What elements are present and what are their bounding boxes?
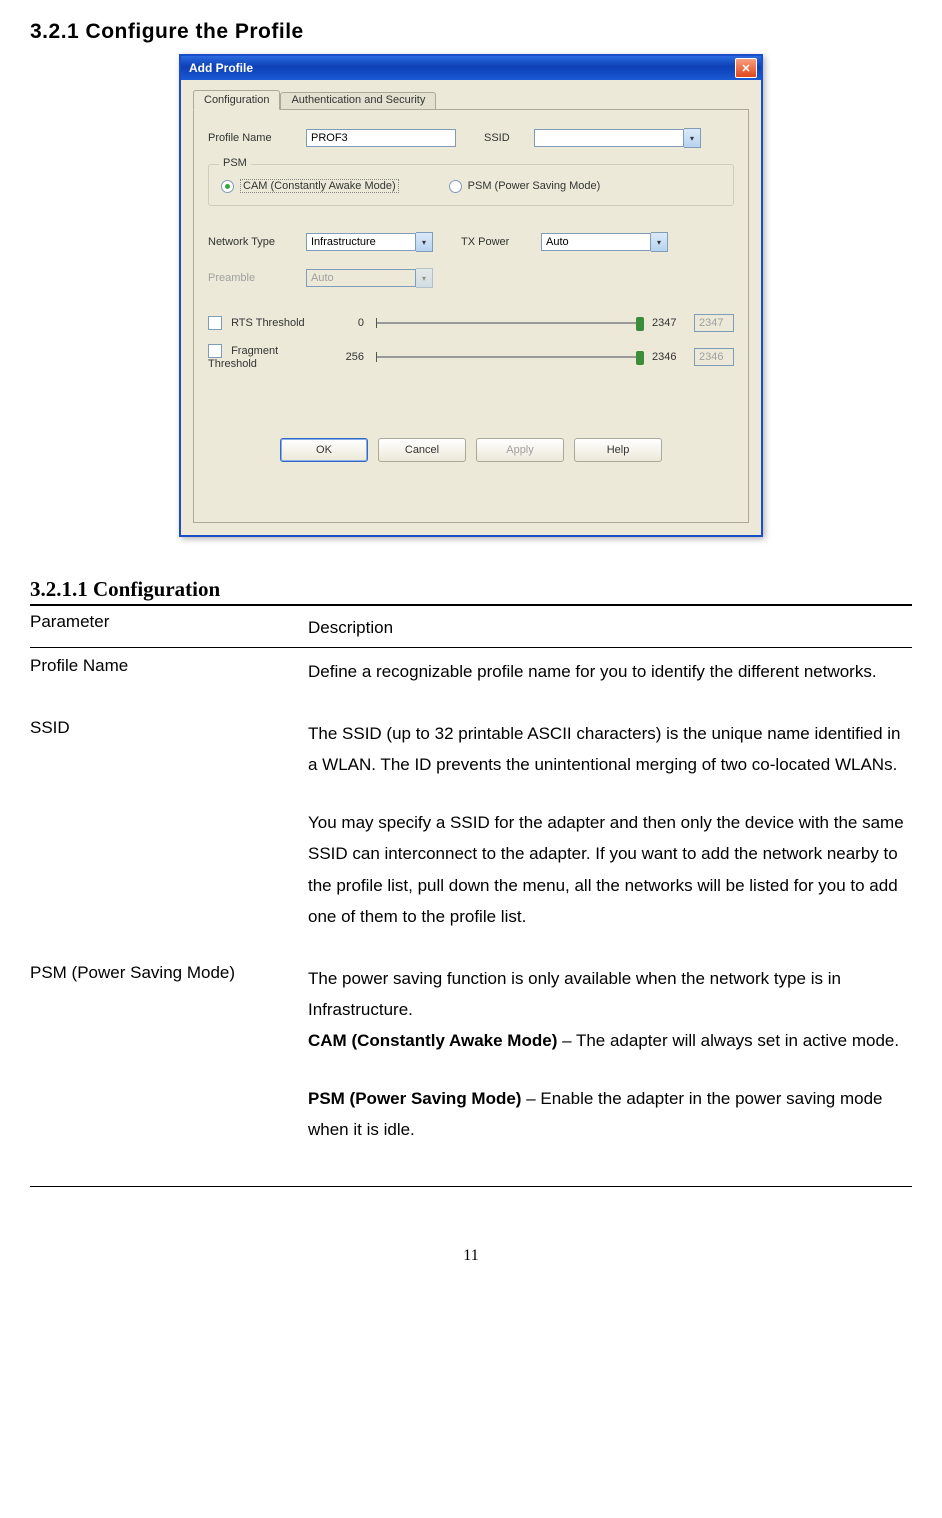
- psm-groupbox: PSM CAM (Constantly Awake Mode) PSM (Pow…: [208, 164, 734, 206]
- checkbox-icon: [208, 316, 222, 330]
- dialog-screenshot: Add Profile ✕ Configuration Authenticati…: [30, 54, 912, 537]
- cam-radio[interactable]: CAM (Constantly Awake Mode): [221, 179, 399, 193]
- frag-slider[interactable]: [376, 356, 640, 358]
- close-icon: ✕: [741, 62, 750, 75]
- rts-value-input: [694, 314, 734, 332]
- network-type-label: Network Type: [208, 236, 296, 248]
- close-button[interactable]: ✕: [735, 58, 757, 78]
- ssid-combo[interactable]: ▾: [534, 128, 701, 148]
- add-profile-dialog: Add Profile ✕ Configuration Authenticati…: [179, 54, 763, 537]
- subsection-heading: 3.2.1.1 Configuration: [30, 577, 912, 602]
- button-bar: OK Cancel Apply Help: [208, 438, 734, 462]
- tx-power-label: TX Power: [461, 236, 531, 248]
- checkbox-icon: [208, 344, 222, 358]
- radio-icon: [449, 180, 462, 193]
- psm-bold: PSM (Power Saving Mode): [308, 1089, 521, 1108]
- ssid-input[interactable]: [534, 129, 684, 147]
- table-row: SSID The SSID (up to 32 printable ASCII …: [30, 718, 912, 933]
- param-name: Profile Name: [30, 656, 308, 676]
- frag-value-input: [694, 348, 734, 366]
- tx-power-combo[interactable]: ▾: [541, 232, 668, 252]
- frag-checkbox[interactable]: Fragment Threshold: [208, 344, 328, 370]
- page-number: 11: [30, 1247, 912, 1265]
- help-button[interactable]: Help: [574, 438, 662, 462]
- rts-max: 2347: [652, 317, 686, 329]
- frag-min: 256: [336, 351, 364, 363]
- table-row: Profile Name Define a recognizable profi…: [30, 656, 912, 687]
- tx-power-input[interactable]: [541, 233, 651, 251]
- table-header-row: Parameter Description: [30, 612, 912, 643]
- tab-configuration[interactable]: Configuration: [193, 90, 280, 110]
- profile-name-input[interactable]: [306, 129, 456, 147]
- cancel-button[interactable]: Cancel: [378, 438, 466, 462]
- psm-radio-label: PSM (Power Saving Mode): [468, 180, 601, 192]
- preamble-input: [306, 269, 416, 287]
- psm-radio[interactable]: PSM (Power Saving Mode): [449, 180, 601, 193]
- frag-max: 2346: [652, 351, 686, 363]
- divider: [30, 604, 912, 606]
- param-desc: Define a recognizable profile name for y…: [308, 656, 912, 687]
- param-desc: The power saving function is only availa…: [308, 963, 912, 1146]
- cam-rest: – The adapter will always set in active …: [557, 1031, 899, 1050]
- chevron-down-icon: ▾: [416, 268, 433, 288]
- rts-min: 0: [336, 317, 364, 329]
- titlebar[interactable]: Add Profile ✕: [181, 56, 761, 80]
- param-desc: The SSID (up to 32 printable ASCII chara…: [308, 718, 912, 933]
- tab-panel: Profile Name SSID ▾ PSM CAM (Constantly …: [193, 109, 749, 523]
- table-row: PSM (Power Saving Mode) The power saving…: [30, 963, 912, 1146]
- radio-icon: [221, 180, 234, 193]
- apply-button: Apply: [476, 438, 564, 462]
- profile-name-label: Profile Name: [208, 132, 296, 144]
- network-type-combo[interactable]: ▾: [306, 232, 433, 252]
- chevron-down-icon[interactable]: ▾: [684, 128, 701, 148]
- chevron-down-icon[interactable]: ▾: [651, 232, 668, 252]
- header-description: Description: [308, 612, 912, 643]
- ok-button[interactable]: OK: [280, 438, 368, 462]
- frag-row: Fragment Threshold 256 2346: [208, 344, 734, 370]
- rts-slider[interactable]: [376, 322, 640, 324]
- ssid-desc-p1: The SSID (up to 32 printable ASCII chara…: [308, 718, 912, 781]
- param-name: PSM (Power Saving Mode): [30, 963, 308, 983]
- cam-radio-label: CAM (Constantly Awake Mode): [240, 179, 399, 193]
- psm-intro: The power saving function is only availa…: [308, 963, 912, 1026]
- tab-strip: Configuration Authentication and Securit…: [193, 90, 749, 110]
- ssid-desc-p2: You may specify a SSID for the adapter a…: [308, 807, 912, 933]
- window-title: Add Profile: [189, 61, 735, 75]
- chevron-down-icon[interactable]: ▾: [416, 232, 433, 252]
- param-name: SSID: [30, 718, 308, 738]
- divider: [30, 647, 912, 648]
- rts-row: RTS Threshold 0 2347: [208, 314, 734, 332]
- network-type-input[interactable]: [306, 233, 416, 251]
- ssid-label: SSID: [484, 132, 524, 144]
- psm-cam-line: CAM (Constantly Awake Mode) – The adapte…: [308, 1025, 912, 1056]
- dialog-body: Configuration Authentication and Securit…: [181, 80, 761, 535]
- rts-label: RTS Threshold: [231, 317, 305, 329]
- header-parameter: Parameter: [30, 612, 308, 632]
- footer-divider: [30, 1186, 912, 1187]
- cam-bold: CAM (Constantly Awake Mode): [308, 1031, 557, 1050]
- preamble-label: Preamble: [208, 272, 296, 284]
- rts-checkbox[interactable]: RTS Threshold: [208, 316, 328, 330]
- section-heading: 3.2.1 Configure the Profile: [30, 20, 912, 44]
- psm-psm-line: PSM (Power Saving Mode) – Enable the ada…: [308, 1083, 912, 1146]
- preamble-combo: ▾: [306, 268, 433, 288]
- psm-group-label: PSM: [219, 157, 251, 169]
- param-table: Parameter Description Profile Name Defin…: [30, 612, 912, 1146]
